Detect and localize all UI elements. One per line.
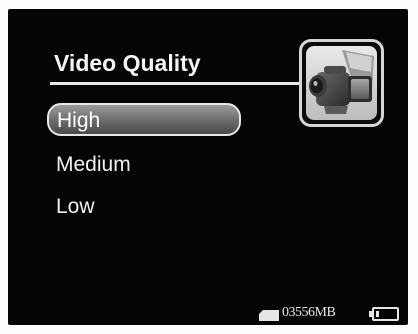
status-bar: 03556MB — [8, 9, 408, 325]
device-frame: Video Quality High Medium Low 03556MB — [0, 0, 418, 334]
battery-icon — [369, 307, 399, 321]
camera-screen: Video Quality High Medium Low 03556MB — [8, 9, 408, 325]
sd-card-icon — [259, 310, 279, 321]
storage-remaining: 03556MB — [282, 305, 336, 320]
